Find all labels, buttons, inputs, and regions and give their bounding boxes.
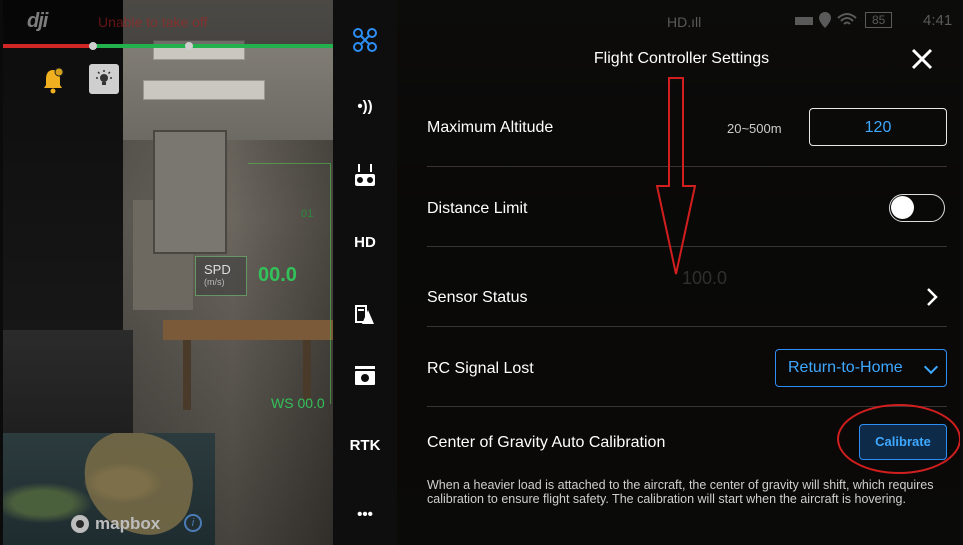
battery-level: 85 <box>865 12 893 28</box>
chevron-down-icon <box>923 359 939 375</box>
mapbox-icon <box>71 515 89 533</box>
bell-icon[interactable] <box>41 66 65 94</box>
status-bar-green <box>93 44 346 48</box>
sidebar-item-gimbal[interactable] <box>333 295 397 335</box>
wind-speed: WS 00.0 <box>271 395 325 411</box>
sidebar-item-camera[interactable] <box>333 356 397 396</box>
panel-title: Flight Controller Settings <box>593 50 770 67</box>
wifi-icon <box>837 13 857 25</box>
speed-label-text: SPD <box>204 262 231 277</box>
takeoff-warning: Unable to take off <box>98 14 208 30</box>
lightbulb-icon <box>96 70 112 85</box>
remote-controller-icon <box>355 164 375 186</box>
max-altitude-input[interactable]: 120 <box>809 108 947 146</box>
speed-label: SPD (m/s) <box>195 256 247 296</box>
status-bar-marker <box>89 42 97 50</box>
close-icon[interactable] <box>909 46 935 72</box>
sidebar-item-hd[interactable]: HD <box>333 222 397 262</box>
camera-window <box>153 130 227 254</box>
location-icon <box>819 12 831 28</box>
mapbox-label: mapbox <box>95 514 161 533</box>
rc-signal-lost-select[interactable]: Return-to-Home <box>775 349 947 387</box>
camera-shelf <box>3 330 133 440</box>
aircraft-battery-icon <box>795 17 813 25</box>
signal-icon: •)) <box>357 97 373 115</box>
altitude-range: 20~500m <box>727 121 782 136</box>
settings-sidebar: •)) HD RTK ••• <box>333 0 397 545</box>
lightbulb-button[interactable] <box>89 64 119 94</box>
sidebar-item-signal[interactable]: •)) <box>333 86 397 126</box>
app-frame: dji Unable to take off 01 SPD (m/s) 00.0… <box>0 0 963 545</box>
sidebar-item-remote[interactable] <box>333 155 397 195</box>
sidebar-item-more[interactable]: ••• <box>333 494 397 534</box>
mapbox-logo: mapbox <box>71 514 160 534</box>
gimbal-icon <box>355 305 374 324</box>
aircraft-icon <box>353 28 377 52</box>
speed-value: 00.0 <box>258 264 297 286</box>
clock: 4:41 <box>923 12 953 29</box>
status-bar-right: HD.ıll 85 4:41 <box>397 0 960 44</box>
distance-limit-toggle[interactable] <box>889 194 945 222</box>
annotation-arrow-icon <box>655 77 697 275</box>
sensor-status-label: Sensor Status <box>427 289 528 306</box>
map-info-icon[interactable]: i <box>184 514 202 532</box>
status-bar-red <box>3 44 93 48</box>
flight-controller-panel: HD.ıll 85 4:41 100.0 Flight Controller S… <box>397 0 960 545</box>
desk-leg <box>183 340 191 410</box>
distance-limit-label: Distance Limit <box>427 200 528 217</box>
rc-signal-lost-label: RC Signal Lost <box>427 360 534 377</box>
chevron-right-icon[interactable] <box>925 287 939 307</box>
hd-signal-label: HD.ıll <box>667 14 702 30</box>
dji-logo[interactable]: dji <box>27 10 48 33</box>
rc-signal-lost-value: Return-to-Home <box>788 359 903 376</box>
sidebar-item-rtk[interactable]: RTK <box>333 425 397 465</box>
sidebar-item-aircraft[interactable] <box>333 20 397 60</box>
annotation-ellipse <box>837 404 960 474</box>
speed-unit: (m/s) <box>204 277 225 287</box>
hud-marker: 01 <box>301 208 314 220</box>
cog-calibration-label: Center of Gravity Auto Calibration <box>427 434 666 451</box>
max-altitude-label: Maximum Altitude <box>427 119 554 136</box>
status-bar-marker <box>185 42 193 50</box>
cog-calibration-description: When a heavier load is attached to the a… <box>427 478 934 506</box>
toggle-knob <box>891 196 914 219</box>
camera-icon <box>355 366 375 385</box>
ceiling-light <box>143 80 265 100</box>
